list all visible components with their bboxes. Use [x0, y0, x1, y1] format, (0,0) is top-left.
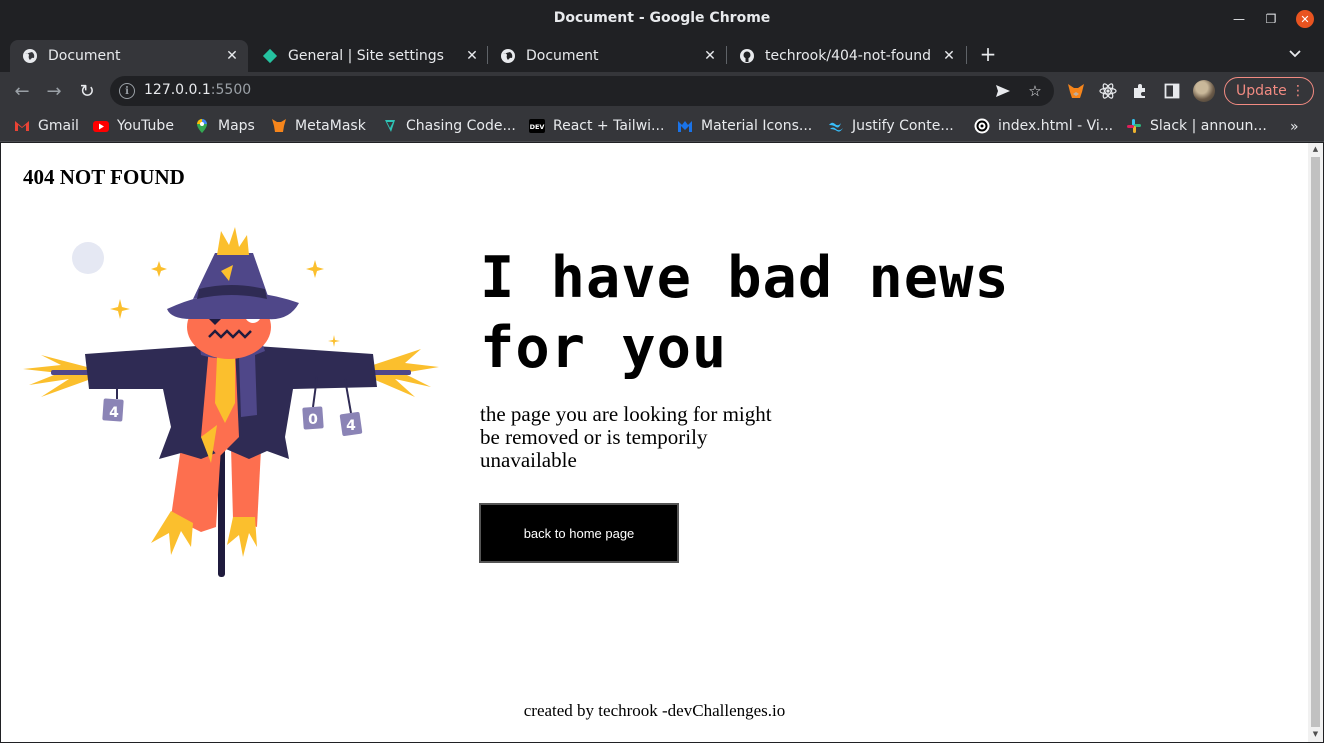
address-bar[interactable]: i 127.0.0.1:5500 ☆ — [110, 76, 1054, 106]
subtext: the page you are looking for might be re… — [480, 402, 772, 472]
bookmarks-bar: Gmail YouTube Maps MetaMask Chasing Code… — [0, 110, 1324, 142]
bookmark-justify-content[interactable]: Justify Conte... — [828, 115, 954, 137]
metamask-extension-icon[interactable] — [1066, 81, 1086, 101]
back-to-home-button[interactable]: back to home page — [479, 503, 679, 563]
bookmark-gmail[interactable]: Gmail — [14, 115, 79, 137]
bookmark-star-icon[interactable]: ☆ — [1026, 82, 1044, 100]
site-info-icon[interactable]: i — [119, 83, 135, 99]
tab-divider — [966, 46, 967, 64]
tab-divider — [726, 46, 727, 64]
browser-toolbar: ← → ↻ i 127.0.0.1:5500 ☆ Update ⋮ — [0, 72, 1324, 110]
metamask-icon — [272, 119, 286, 132]
brand-title: 404 NOT FOUND — [23, 165, 185, 189]
tab-label: Document — [526, 48, 599, 64]
leg-right-shape — [231, 447, 261, 527]
reload-icon[interactable]: ↻ — [77, 81, 97, 102]
maximize-icon[interactable]: ❐ — [1262, 10, 1280, 28]
update-button[interactable]: Update ⋮ — [1224, 77, 1314, 105]
github-icon — [740, 49, 754, 63]
gmail-icon — [15, 121, 29, 131]
window-titlebar: Document - Google Chrome — ❐ ✕ — [0, 0, 1324, 38]
scroll-up-arrow-icon[interactable]: ▲ — [1311, 145, 1320, 155]
tab-document[interactable]: Document ✕ — [488, 40, 726, 72]
side-panel-icon[interactable] — [1162, 81, 1182, 101]
more-bookmarks-chevron-icon[interactable]: » — [1290, 119, 1299, 135]
tailwind-icon — [829, 122, 843, 132]
tab-label: techrook/404-not-found — [765, 48, 931, 64]
sparkle-shape — [306, 260, 324, 278]
sparkle-shape — [110, 299, 130, 319]
hat-straw-shape — [217, 227, 249, 255]
tab-divider — [487, 46, 488, 64]
close-tab-icon[interactable]: ✕ — [941, 48, 957, 64]
bookmark-maps[interactable]: Maps — [194, 115, 255, 137]
svg-text:0: 0 — [308, 412, 318, 428]
url-text[interactable]: 127.0.0.1:5500 — [144, 82, 251, 98]
scrollbar-thumb[interactable] — [1311, 157, 1320, 727]
slack-icon — [1127, 119, 1141, 133]
globe-icon — [501, 49, 515, 63]
maps-icon — [197, 119, 207, 133]
extensions-puzzle-icon[interactable] — [1130, 81, 1150, 101]
tab-github[interactable]: techrook/404-not-found ✕ — [727, 40, 965, 72]
bookmark-metamask[interactable]: MetaMask — [271, 115, 366, 137]
hat-brim-shape — [167, 292, 299, 320]
straw-left-hand — [23, 355, 91, 397]
straw-right-foot — [227, 517, 257, 557]
material-icon — [678, 121, 692, 132]
tab-strip: Document ✕ General | Site settings ✕ Doc… — [0, 38, 1324, 72]
bookmark-chasing-code[interactable]: Chasing Code... — [382, 115, 516, 137]
new-tab-plus-icon[interactable]: + — [978, 42, 998, 66]
close-window-icon[interactable]: ✕ — [1296, 10, 1314, 28]
sparkle-shape — [151, 261, 167, 277]
close-tab-icon[interactable]: ✕ — [464, 48, 480, 64]
footer-credit: created by techrook -devChallenges.io — [523, 701, 786, 720]
moon-shape — [72, 242, 104, 274]
svg-text:DEV: DEV — [530, 123, 545, 131]
bookmark-slack[interactable]: Slack | announ... — [1126, 115, 1267, 137]
bookmark-youtube[interactable]: YouTube — [93, 115, 174, 137]
tab-search-chevron-icon[interactable] — [1286, 44, 1304, 64]
bookmark-react-tailwind[interactable]: DEV React + Tailwi... — [529, 115, 664, 137]
bookmark-index-html[interactable]: index.html - Vi... — [974, 115, 1113, 137]
minimize-icon[interactable]: — — [1230, 10, 1248, 28]
can-digit-four-left: 4 — [102, 398, 124, 422]
codesandbox-icon — [974, 118, 990, 134]
can-digit-zero: 0 — [302, 406, 324, 430]
tab-label: General | Site settings — [288, 48, 444, 64]
tab-site-settings[interactable]: General | Site settings ✕ — [250, 40, 488, 72]
netlify-icon — [262, 48, 278, 64]
headline: I have bad news for you — [480, 245, 1010, 381]
menu-kebab-icon[interactable]: ⋮ — [1291, 83, 1305, 99]
page-viewport: 404 NOT FOUND 4 0 4 I have bad news for … — [1, 143, 1323, 742]
scarecrow-illustration: 4 0 4 — [23, 227, 439, 577]
close-tab-icon[interactable]: ✕ — [702, 48, 718, 64]
sparkle-shape — [328, 335, 340, 347]
chasing-code-icon — [385, 120, 395, 132]
dev-icon: DEV — [529, 119, 545, 133]
vertical-scrollbar[interactable]: ▲ ▼ — [1308, 143, 1323, 742]
svg-text:4: 4 — [109, 405, 119, 421]
send-to-device-icon[interactable] — [994, 82, 1012, 100]
forward-arrow-icon[interactable]: → — [44, 81, 64, 102]
tab-label: Document — [48, 48, 121, 64]
profile-avatar[interactable] — [1193, 80, 1215, 102]
tab-document-active[interactable]: Document ✕ — [10, 40, 248, 72]
close-tab-icon[interactable]: ✕ — [224, 48, 240, 64]
svg-text:4: 4 — [346, 418, 356, 434]
globe-icon — [23, 49, 37, 63]
window-title: Document - Google Chrome — [553, 10, 771, 26]
youtube-icon — [93, 121, 109, 132]
scroll-down-arrow-icon[interactable]: ▼ — [1311, 730, 1320, 740]
react-devtools-icon[interactable] — [1098, 81, 1118, 101]
back-arrow-icon[interactable]: ← — [12, 81, 32, 102]
bookmark-material-icons[interactable]: Material Icons... — [677, 115, 812, 137]
can-digit-four-right: 4 — [339, 411, 363, 437]
